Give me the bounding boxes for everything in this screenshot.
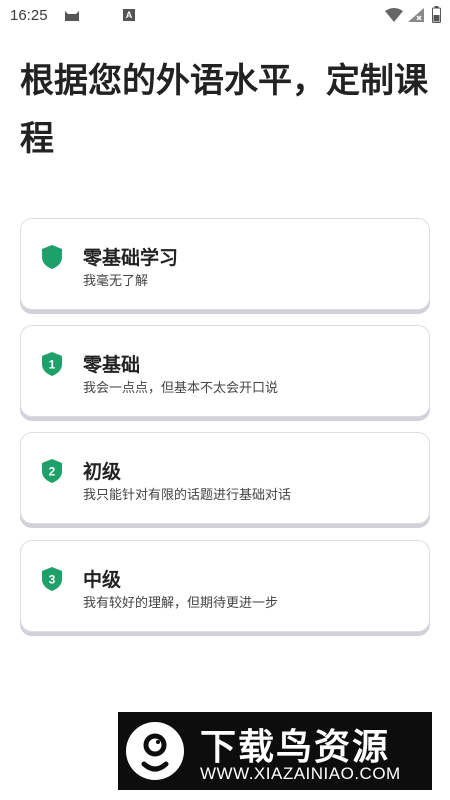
badge-number: 3 xyxy=(49,573,56,587)
bird-logo-icon xyxy=(126,722,184,780)
status-bar: 16:25 A xyxy=(0,0,450,32)
card-description: 我只能针对有限的话题进行基础对话 xyxy=(83,488,292,503)
shield-1-icon: 1 xyxy=(42,352,62,376)
battery-icon xyxy=(432,6,441,23)
card-title: 零基础 xyxy=(83,354,141,376)
shield-3-icon: 3 xyxy=(42,567,62,591)
level-card-zero-basis[interactable]: 1 零基础 我会一点点，但基本不太会开口说 xyxy=(20,325,430,417)
card-title: 初级 xyxy=(83,461,122,483)
level-card-intermediate[interactable]: 3 中级 我有较好的理解，但期待更进一步 xyxy=(20,540,430,632)
badge-number: 2 xyxy=(49,465,56,479)
status-time: 16:25 xyxy=(10,7,48,24)
cat-icon xyxy=(65,11,79,21)
level-card-beginner-study[interactable]: 零基础学习 我毫无了解 xyxy=(20,218,430,310)
card-description: 我会一点点，但基本不太会开口说 xyxy=(83,381,279,396)
shield-icon xyxy=(42,245,62,269)
card-title: 零基础学习 xyxy=(83,247,179,269)
card-description: 我毫无了解 xyxy=(83,274,149,289)
wifi-icon xyxy=(385,8,403,22)
card-description: 我有较好的理解，但期待更进一步 xyxy=(83,596,279,611)
level-card-elementary[interactable]: 2 初级 我只能针对有限的话题进行基础对话 xyxy=(20,432,430,524)
card-title: 中级 xyxy=(83,569,122,591)
watermark-url: WWW.XIAZAINIAO.COM xyxy=(200,764,401,783)
watermark-title: 下载鸟资源 xyxy=(200,727,391,768)
a-notification-icon: A xyxy=(123,9,135,21)
signal-icon xyxy=(408,8,424,22)
badge-number: 1 xyxy=(49,358,56,372)
page-title: 根据您的外语水平，定制课程 xyxy=(20,61,428,159)
watermark-banner: 下载鸟资源 WWW.XIAZAINIAO.COM xyxy=(118,712,432,790)
shield-2-icon: 2 xyxy=(42,459,62,483)
